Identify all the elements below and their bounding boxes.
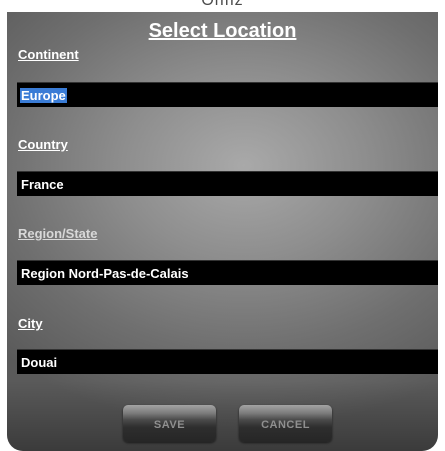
window-top-strip: Onfiz bbox=[0, 0, 445, 12]
continent-select-value: Europe bbox=[20, 88, 67, 103]
chevron-down-icon[interactable] bbox=[435, 350, 438, 373]
continent-select[interactable]: Europe bbox=[17, 82, 438, 107]
save-button[interactable]: SAVE bbox=[123, 405, 216, 442]
chevron-down-icon[interactable] bbox=[435, 83, 438, 106]
window-top-text: Onfiz bbox=[201, 0, 244, 9]
country-select-value: France bbox=[21, 177, 64, 192]
continent-label: Continent bbox=[18, 47, 79, 62]
region-label: Region/State bbox=[18, 226, 98, 241]
select-location-dialog: Select Location Continent Europe Country… bbox=[7, 12, 438, 451]
cancel-button[interactable]: CANCEL bbox=[239, 405, 332, 442]
region-select[interactable]: Region Nord-Pas-de-Calais bbox=[17, 260, 438, 285]
country-label: Country bbox=[18, 137, 68, 152]
city-label: City bbox=[18, 316, 43, 331]
city-select-value: Douai bbox=[21, 355, 58, 370]
dialog-title: Select Location bbox=[148, 20, 297, 42]
chevron-down-icon[interactable] bbox=[435, 172, 438, 195]
country-select[interactable]: France bbox=[17, 171, 438, 196]
region-select-value: Region Nord-Pas-de-Calais bbox=[21, 266, 189, 281]
city-select[interactable]: Douai bbox=[17, 349, 438, 374]
chevron-down-icon[interactable] bbox=[435, 261, 438, 284]
